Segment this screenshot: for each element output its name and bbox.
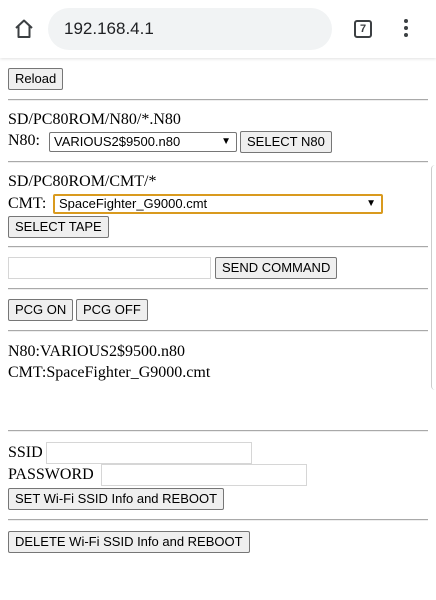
address-bar[interactable]: 192.168.4.1 — [48, 8, 332, 50]
divider — [8, 288, 428, 290]
tab-count: 7 — [359, 23, 367, 35]
scroll-indicator — [431, 165, 436, 390]
browser-toolbar: 192.168.4.1 7 — [0, 0, 436, 58]
dropdown-arrow-icon: ▼ — [221, 136, 231, 147]
status-n80: N80:VARIOUS2$9500.n80 — [8, 343, 186, 360]
n80-select[interactable]: VARIOUS2$9500.n80 ▼ — [49, 132, 237, 152]
divider — [8, 246, 428, 248]
divider — [8, 519, 428, 521]
pcg-on-button[interactable]: PCG ON — [8, 299, 74, 321]
cmt-select[interactable]: SpaceFighter_G9000.cmt ▼ — [53, 194, 383, 214]
more-vert-icon[interactable] — [400, 17, 412, 41]
cmt-path: SD/PC80ROM/CMT/* — [8, 173, 157, 190]
password-label: PASSWORD — [8, 466, 94, 483]
n80-path: SD/PC80ROM/N80/*.N80 — [8, 111, 181, 128]
send-command-button[interactable]: SEND COMMAND — [215, 257, 338, 279]
cmt-label: CMT: — [8, 195, 47, 212]
reload-button[interactable]: Reload — [8, 68, 64, 90]
tabs-icon[interactable]: 7 — [354, 20, 372, 38]
password-input[interactable] — [101, 464, 307, 486]
n80-label: N80: — [8, 132, 40, 149]
divider — [8, 430, 428, 432]
ssid-label: SSID — [8, 444, 43, 461]
delete-wifi-button[interactable]: DELETE Wi-Fi SSID Info and REBOOT — [8, 531, 250, 553]
ssid-input[interactable] — [46, 442, 252, 464]
divider — [8, 330, 428, 332]
command-input[interactable] — [8, 257, 211, 279]
pcg-off-button[interactable]: PCG OFF — [76, 299, 148, 321]
n80-selected: VARIOUS2$9500.n80 — [54, 134, 181, 149]
set-wifi-button[interactable]: SET Wi-Fi SSID Info and REBOOT — [8, 488, 225, 510]
cmt-selected: SpaceFighter_G9000.cmt — [59, 196, 208, 211]
divider — [8, 161, 428, 163]
url-text: 192.168.4.1 — [64, 19, 154, 38]
select-tape-button[interactable]: SELECT TAPE — [8, 216, 109, 238]
status-cmt: CMT:SpaceFighter_G9000.cmt — [8, 364, 211, 381]
dropdown-arrow-icon: ▼ — [366, 198, 376, 209]
select-n80-button[interactable]: SELECT N80 — [240, 131, 332, 153]
divider — [8, 99, 428, 101]
home-icon[interactable] — [12, 17, 36, 41]
